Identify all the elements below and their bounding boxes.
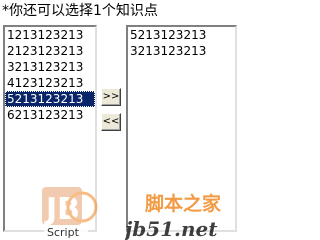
list-item-selected[interactable]: 5213123213 xyxy=(5,91,95,107)
list-item[interactable]: 6213123213 xyxy=(5,107,95,123)
remove-button[interactable]: << xyxy=(101,113,121,131)
selection-hint: *你还可以选择1个知识点 xyxy=(2,3,158,19)
list-item[interactable]: 3213123213 xyxy=(128,43,235,59)
jb-script-logo: JB Script xyxy=(42,187,98,239)
list-item[interactable]: 3213123213 xyxy=(5,59,95,75)
list-item[interactable]: 2123123213 xyxy=(5,43,95,59)
svg-text:JB: JB xyxy=(44,192,80,227)
logo-text: Script xyxy=(47,226,80,239)
list-item[interactable]: 4123123213 xyxy=(5,75,95,91)
site-name-cn: 脚本之家 xyxy=(145,192,222,215)
list-item[interactable]: 1213123213 xyxy=(5,27,95,43)
site-url: jb51.net xyxy=(125,217,218,240)
list-item[interactable]: 5213123213 xyxy=(128,27,235,43)
add-button[interactable]: >> xyxy=(101,88,121,106)
site-watermark: 脚本之家 jb51.net xyxy=(125,192,222,240)
page: *你还可以选择1个知识点 1213123213 2123123213 32131… xyxy=(0,0,249,240)
